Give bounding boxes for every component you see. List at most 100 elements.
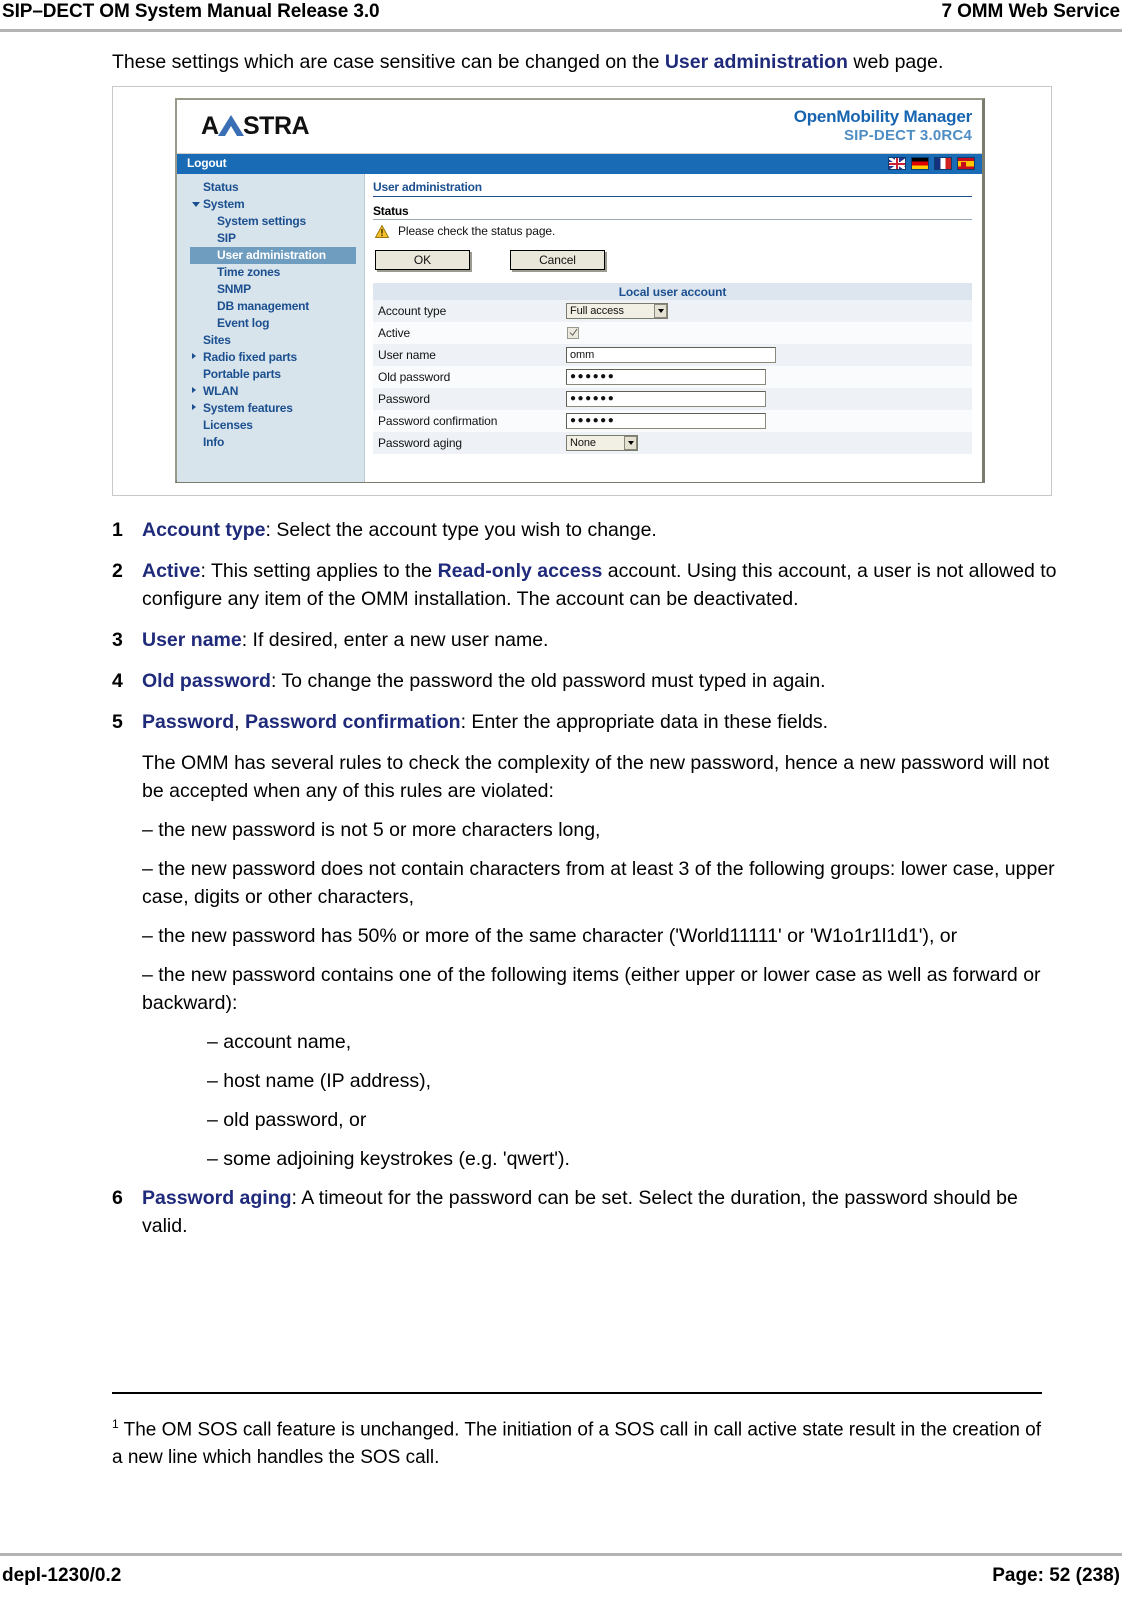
intro-text-after: web page. xyxy=(847,51,944,73)
chevron-right-icon xyxy=(192,404,196,410)
flag-uk-icon[interactable] xyxy=(888,157,906,170)
flag-fr-icon[interactable] xyxy=(934,157,952,170)
status-message-row: Please check the status page. xyxy=(373,224,972,238)
sidebar-item-status[interactable]: Status xyxy=(177,179,364,196)
footnote: 1 The OM SOS call feature is unchanged. … xyxy=(112,1410,1052,1472)
step-number: 1 xyxy=(112,519,123,541)
sidebar-label: System xyxy=(203,197,245,211)
step-text: : This setting applies to the xyxy=(200,560,438,582)
sidebar-item-db-management[interactable]: DB management xyxy=(177,298,364,315)
rule-subitem: – account name, xyxy=(207,1031,352,1053)
sidebar-label: Event log xyxy=(217,316,270,330)
chevron-down-icon[interactable] xyxy=(654,304,667,318)
omm-main-panel: User administration Status Please check … xyxy=(365,174,982,482)
step-body: Old password: To change the password the… xyxy=(142,667,1060,695)
sidebar-item-portable-parts[interactable]: Portable parts xyxy=(177,366,364,383)
sidebar-item-licenses[interactable]: Licenses xyxy=(177,417,364,434)
flag-de-icon[interactable] xyxy=(911,157,929,170)
figure-omm-screenshot: A STRA OpenMobility Manager SIP-DECT 3.0… xyxy=(112,86,1052,496)
header-divider xyxy=(0,29,1122,32)
sidebar-label: SIP xyxy=(217,231,236,245)
step-number: 5 xyxy=(112,711,123,733)
local-user-account-table: Local user account Account type Full acc… xyxy=(373,283,972,454)
password-confirmation-cell: ●●●●●● xyxy=(566,410,972,432)
omm-sidebar-nav: Status System System settings SIP User a… xyxy=(177,174,365,482)
list-item: 3 User name: If desired, enter a new use… xyxy=(112,626,1060,654)
footnote-divider xyxy=(112,1392,1042,1394)
password-aging-label: Password aging xyxy=(373,432,566,454)
sidebar-label: SNMP xyxy=(217,282,251,296)
chevron-right-icon xyxy=(192,387,196,393)
table-row: Password ●●●●●● xyxy=(373,388,972,410)
running-footer: depl-1230/0.2 Page: 52 (238) xyxy=(0,1565,1122,1587)
sidebar-item-system[interactable]: System xyxy=(177,196,364,213)
step-text: : If desired, enter a new user name. xyxy=(241,629,549,651)
password-aging-select[interactable]: None xyxy=(566,435,638,451)
password-confirmation-input[interactable]: ●●●●●● xyxy=(566,413,766,429)
sidebar-item-system-settings[interactable]: System settings xyxy=(177,213,364,230)
list-item: 2 Active: This setting applies to the Re… xyxy=(112,557,1060,613)
password-label: Password xyxy=(373,388,566,410)
rule-subitem: – host name (IP address), xyxy=(207,1070,432,1092)
form-button-row: OK Cancel xyxy=(375,250,972,270)
step-term: Password xyxy=(142,711,235,733)
sidebar-item-event-log[interactable]: Event log xyxy=(177,315,364,332)
password-confirmation-label: Password confirmation xyxy=(373,410,566,432)
table-row: Old password ●●●●●● xyxy=(373,366,972,388)
account-type-value: Full access xyxy=(570,305,624,317)
omm-version: SIP-DECT 3.0RC4 xyxy=(843,127,972,144)
chevron-right-icon xyxy=(192,353,196,359)
user-name-input[interactable]: omm xyxy=(566,347,776,363)
ok-button[interactable]: OK xyxy=(375,250,470,270)
sidebar-label: Sites xyxy=(203,333,231,347)
rule-item: – the new password contains one of the f… xyxy=(142,964,1041,1014)
table-row: User name omm xyxy=(373,344,972,366)
sidebar-item-radio-fixed-parts[interactable]: Radio fixed parts xyxy=(177,349,364,366)
chevron-down-icon[interactable] xyxy=(624,436,637,450)
sidebar-label: User administration xyxy=(217,248,326,262)
step-number: 3 xyxy=(112,629,123,651)
password-input[interactable]: ●●●●●● xyxy=(566,391,766,407)
active-cell xyxy=(566,322,972,344)
password-value: ●●●●●● xyxy=(570,393,616,404)
table-header-label: Local user account xyxy=(373,283,972,300)
chevron-down-icon xyxy=(192,202,200,207)
step-text: : Select the account type you wish to ch… xyxy=(265,519,657,541)
cancel-button[interactable]: Cancel xyxy=(510,250,605,270)
list-item: 5 Password, Password confirmation: Enter… xyxy=(112,708,1060,736)
active-label: Active xyxy=(373,322,566,344)
sidebar-item-time-zones[interactable]: Time zones xyxy=(177,264,364,281)
logout-link[interactable]: Logout xyxy=(187,156,227,170)
rule-item: – the new password has 50% or more of th… xyxy=(142,925,958,947)
omm-topbar: A STRA OpenMobility Manager SIP-DECT 3.0… xyxy=(177,100,982,154)
sidebar-label: Time zones xyxy=(217,265,281,279)
account-type-label: Account type xyxy=(373,300,566,322)
sidebar-item-snmp[interactable]: SNMP xyxy=(177,281,364,298)
sidebar-label: Licenses xyxy=(203,418,253,432)
user-name-value: omm xyxy=(570,349,595,361)
step-term-2: Read-only access xyxy=(437,560,603,582)
flag-es-icon[interactable] xyxy=(957,157,975,170)
password-cell: ●●●●●● xyxy=(566,388,972,410)
step-body: User name: If desired, enter a new user … xyxy=(142,626,1060,654)
sidebar-label: Info xyxy=(203,435,225,449)
sidebar-label: WLAN xyxy=(203,384,239,398)
list-item: 6 Password aging: A timeout for the pass… xyxy=(112,1184,1060,1240)
active-checkbox[interactable] xyxy=(567,326,579,339)
sidebar-item-user-administration[interactable]: User administration xyxy=(190,247,356,264)
sidebar-item-system-features[interactable]: System features xyxy=(177,400,364,417)
step-number: 6 xyxy=(112,1187,123,1209)
account-type-select[interactable]: Full access xyxy=(566,303,668,319)
running-header: SIP–DECT OM System Manual Release 3.0 7 … xyxy=(0,0,1122,30)
sidebar-item-info[interactable]: Info xyxy=(177,434,364,451)
password-confirmation-value: ●●●●●● xyxy=(570,415,616,426)
sidebar-item-wlan[interactable]: WLAN xyxy=(177,383,364,400)
rules-intro: The OMM has several rules to check the c… xyxy=(142,752,1050,802)
old-password-input[interactable]: ●●●●●● xyxy=(566,369,766,385)
sidebar-item-sip[interactable]: SIP xyxy=(177,230,364,247)
sidebar-item-sites[interactable]: Sites xyxy=(177,332,364,349)
old-password-cell: ●●●●●● xyxy=(566,366,972,388)
omm-web-window: A STRA OpenMobility Manager SIP-DECT 3.0… xyxy=(175,98,985,483)
step-text-2: : Enter the appropriate data in these fi… xyxy=(460,711,829,733)
table-row: Account type Full access xyxy=(373,300,972,322)
